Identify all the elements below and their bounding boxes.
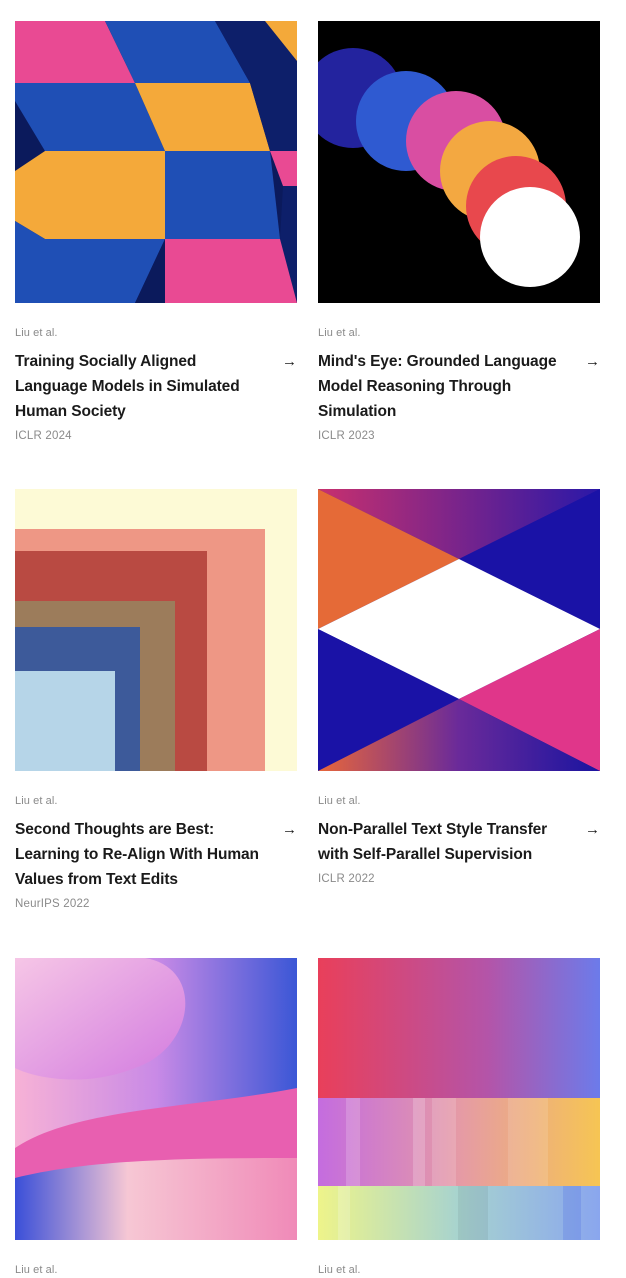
triangles-art[interactable] xyxy=(318,489,600,771)
paper-card[interactable]: Liu et al. Mind's Eye: Grounded Language… xyxy=(318,21,600,442)
author-label: Liu et al. xyxy=(15,1264,58,1276)
circles-art[interactable] xyxy=(318,21,600,303)
paper-card[interactable]: Liu et al. xyxy=(15,958,297,1278)
gradient-waves-art[interactable] xyxy=(15,958,297,1240)
paper-title-link[interactable]: Mind's Eye: Grounded Language Model Reas… xyxy=(318,349,568,424)
venue-label: ICLR 2022 xyxy=(318,873,375,885)
gradient-bands-art[interactable] xyxy=(318,958,600,1240)
author-label: Liu et al. xyxy=(15,795,58,807)
venue-label: ICLR 2024 xyxy=(15,430,72,442)
paper-card[interactable]: Liu et al. Second Thoughts are Best: Lea… xyxy=(15,489,297,910)
arrow-right-icon[interactable]: → xyxy=(576,349,600,374)
paper-card[interactable]: Liu et al. Non-Parallel Text Style Trans… xyxy=(318,489,600,885)
author-label: Liu et al. xyxy=(318,1264,361,1276)
paper-title-link[interactable]: Training Socially Aligned Language Model… xyxy=(15,349,265,424)
arrow-right-icon[interactable]: → xyxy=(273,349,297,374)
paper-card[interactable]: Liu et al. xyxy=(318,958,600,1278)
cubes-art[interactable] xyxy=(15,21,297,303)
nested-squares-art[interactable] xyxy=(15,489,297,771)
venue-label: ICLR 2023 xyxy=(318,430,375,442)
author-label: Liu et al. xyxy=(318,327,361,339)
author-label: Liu et al. xyxy=(318,795,361,807)
venue-label: NeurIPS 2022 xyxy=(15,898,90,910)
author-label: Liu et al. xyxy=(15,327,58,339)
paper-title-link[interactable]: Non-Parallel Text Style Transfer with Se… xyxy=(318,817,568,867)
arrow-right-icon[interactable]: → xyxy=(576,817,600,842)
arrow-right-icon[interactable]: → xyxy=(273,817,297,842)
paper-title-link[interactable]: Second Thoughts are Best: Learning to Re… xyxy=(15,817,265,892)
paper-card[interactable]: Liu et al. Training Socially Aligned Lan… xyxy=(15,21,297,442)
